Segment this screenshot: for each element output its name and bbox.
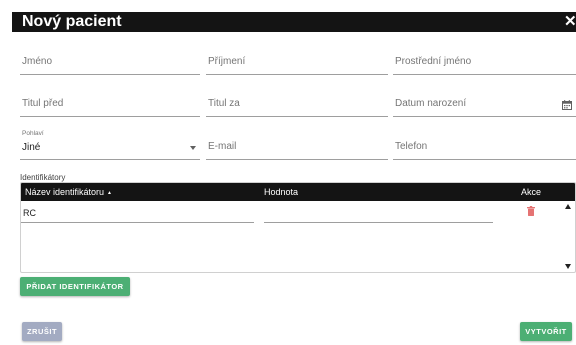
create-button[interactable]: VYTVOŘIT bbox=[520, 322, 572, 341]
scroll-up-icon[interactable] bbox=[565, 204, 571, 209]
dialog-title: Nový pacient bbox=[22, 13, 122, 30]
email-field[interactable]: E-mail bbox=[206, 130, 388, 160]
delete-icon[interactable] bbox=[527, 206, 535, 216]
title-after-placeholder: Titul za bbox=[208, 98, 240, 109]
middle-name-field[interactable]: Prostřední jméno bbox=[393, 45, 576, 75]
identifier-name-input[interactable]: RC bbox=[21, 205, 254, 223]
gender-label: Pohlaví bbox=[22, 130, 44, 137]
scroll-down-icon[interactable] bbox=[565, 264, 571, 269]
identifiers-section-label: Identifikátory bbox=[20, 173, 66, 182]
last-name-placeholder: Příjmení bbox=[208, 56, 246, 67]
title-after-field[interactable]: Titul za bbox=[206, 87, 388, 117]
first-name-field[interactable]: Jméno bbox=[20, 45, 200, 75]
add-identifier-button[interactable]: PŘIDAT IDENTIFIKÁTOR bbox=[20, 277, 130, 296]
title-before-field[interactable]: Titul před bbox=[20, 87, 200, 117]
sort-ascending-icon: ▲ bbox=[107, 190, 112, 196]
middle-name-placeholder: Prostřední jméno bbox=[395, 56, 472, 67]
first-name-placeholder: Jméno bbox=[22, 56, 53, 67]
birth-date-placeholder: Datum narození bbox=[395, 98, 467, 109]
identifier-value-input[interactable] bbox=[264, 205, 493, 223]
close-icon[interactable]: ✕ bbox=[564, 12, 576, 32]
gender-select[interactable]: Pohlaví Jiné bbox=[20, 130, 200, 160]
phone-placeholder: Telefon bbox=[395, 141, 428, 152]
cancel-button[interactable]: ZRUŠIT bbox=[22, 322, 62, 341]
identifiers-table: Název identifikátoru ▲ Hodnota Akce RC bbox=[20, 182, 576, 273]
last-name-field[interactable]: Příjmení bbox=[206, 45, 388, 75]
birth-date-field[interactable]: Datum narození bbox=[393, 87, 576, 117]
chevron-down-icon bbox=[190, 146, 196, 150]
calendar-icon[interactable] bbox=[562, 100, 572, 110]
table-header: Název identifikátoru ▲ Hodnota Akce bbox=[21, 183, 575, 201]
column-header-value: Hodnota bbox=[264, 187, 299, 197]
column-header-actions: Akce bbox=[521, 187, 542, 197]
phone-field[interactable]: Telefon bbox=[393, 130, 576, 160]
email-placeholder: E-mail bbox=[208, 141, 237, 152]
title-before-placeholder: Titul před bbox=[22, 98, 64, 109]
identifier-name-value: RC bbox=[23, 208, 36, 218]
dialog-titlebar: Nový pacient ✕ bbox=[12, 12, 576, 32]
column-header-name[interactable]: Název identifikátoru ▲ bbox=[25, 187, 112, 197]
gender-value: Jiné bbox=[22, 142, 41, 153]
